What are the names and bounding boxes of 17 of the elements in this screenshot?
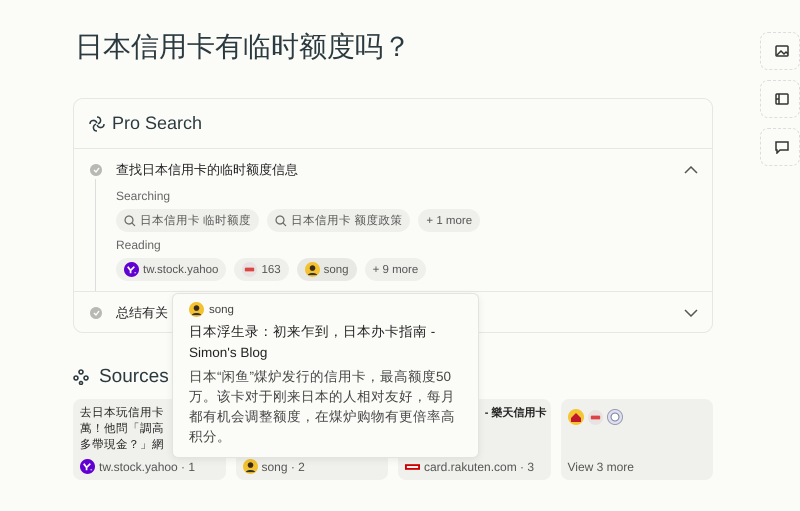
sources-title: Sources	[99, 366, 169, 388]
section-label: Reading	[116, 238, 162, 252]
source-title: 去日本玩信用卡	[80, 406, 164, 421]
source-site: card.rakuten.com · 3	[424, 460, 534, 474]
step-title: 总结有关	[116, 304, 168, 322]
source-title: - 樂天信用卡	[484, 406, 546, 421]
pro-search-title: Pro Search	[112, 113, 202, 134]
popover-title: 日本浮生录：初来乍到，日本办卡指南 - Simon's Blog	[189, 323, 436, 362]
source-site: song · 2	[262, 460, 305, 474]
source-title: 萬！他問「調高	[80, 421, 164, 437]
step-title: 查找日本信用卡的临时额度信息	[116, 161, 298, 179]
source-site: tw.stock.yahoo · 1	[99, 460, 196, 474]
section-label: Searching	[116, 189, 172, 203]
popover-author: song	[209, 304, 234, 316]
view-more-label: View 3 more	[568, 460, 634, 474]
source-title: 多帶現金？」網	[80, 438, 164, 453]
question-title: 日本信用卡有临时额度吗？	[75, 30, 412, 64]
